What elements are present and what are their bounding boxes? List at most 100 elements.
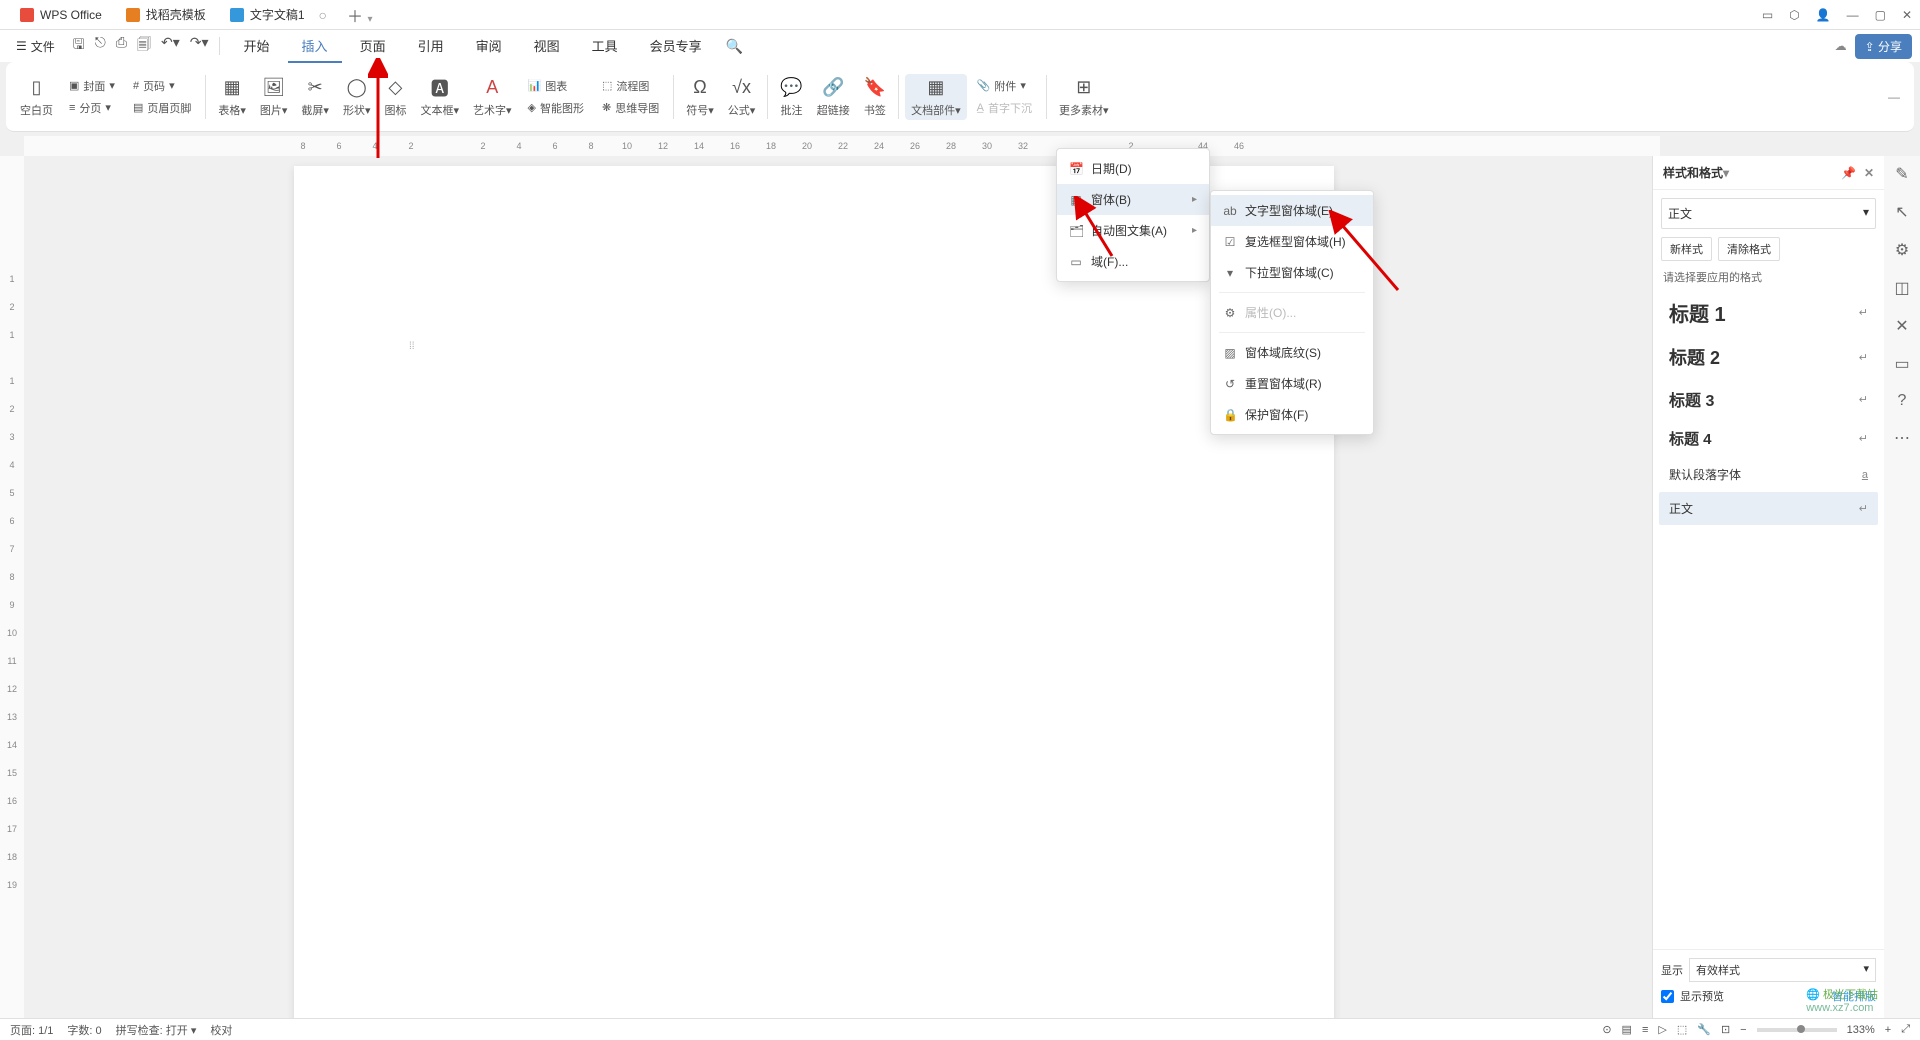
close-window-icon[interactable]: ✕ [1902, 8, 1912, 22]
view-read-icon[interactable]: ▷ [1658, 1023, 1666, 1036]
style-heading2[interactable]: 标题 2↵ [1659, 336, 1878, 378]
rb-symbol[interactable]: Ω符号▾ [680, 74, 720, 120]
clear-format-button[interactable]: 清除格式 [1718, 237, 1780, 261]
help-icon[interactable]: ? [1898, 392, 1907, 410]
pin-icon[interactable]: 📌 [1841, 166, 1856, 180]
rb-comment[interactable]: 💬批注 [774, 74, 808, 120]
rb-headerfooter[interactable]: ▤页眉页脚 [129, 98, 195, 118]
search-icon[interactable]: 🔍 [726, 38, 743, 55]
tab-review[interactable]: 审阅 [462, 30, 516, 63]
tools-icon[interactable]: ✕ [1895, 316, 1908, 336]
menu-check-form[interactable]: ☑复选框型窗体域(H) [1211, 226, 1373, 257]
status-spell[interactable]: 拼写检查: 打开 ▾ [116, 1022, 197, 1038]
rb-blank-page[interactable]: ▯空白页 [14, 74, 59, 120]
close-panel-icon[interactable]: ✕ [1864, 166, 1874, 180]
tab-page[interactable]: 页面 [346, 30, 400, 63]
show-select[interactable]: 有效样式▾ [1689, 958, 1876, 982]
maximize-icon[interactable]: ▢ [1875, 8, 1886, 22]
tab-view[interactable]: 视图 [520, 30, 574, 63]
rb-dropcap[interactable]: A̲首字下沉 [973, 98, 1036, 118]
rb-docparts[interactable]: ▦文档部件▾ [905, 74, 967, 120]
view-page-icon[interactable]: ▤ [1622, 1023, 1632, 1036]
status-words[interactable]: 字数: 0 [67, 1022, 101, 1038]
more-icon[interactable]: ⋯ [1894, 428, 1910, 448]
rb-pagebreak[interactable]: ≡分页▾ [65, 98, 119, 118]
rb-textbox[interactable]: 🅰文本框▾ [414, 74, 465, 120]
menu-field[interactable]: ▭域(F)... [1057, 246, 1209, 277]
collapse-ribbon-icon[interactable]: — [1888, 90, 1906, 104]
style-heading3[interactable]: 标题 3↵ [1659, 379, 1878, 419]
panel-icon[interactable]: ▭ [1762, 8, 1773, 22]
menu-autotext[interactable]: 🗂自动图文集(A)▸ [1057, 215, 1209, 246]
menu-date[interactable]: 📅日期(D) [1057, 153, 1209, 184]
cursor-icon[interactable]: ↖ [1895, 202, 1908, 222]
menu-shading[interactable]: ▨窗体域底纹(S) [1211, 337, 1373, 368]
zoom-out-icon[interactable]: − [1740, 1024, 1746, 1036]
document-page[interactable]: ⁞⁞ [294, 166, 1334, 1018]
minimize-icon[interactable]: — [1847, 8, 1859, 22]
expand-icon[interactable]: ⤢ [1901, 1023, 1910, 1036]
book-icon[interactable]: ▭ [1894, 354, 1909, 374]
ruler-horizontal[interactable]: 8642246810121416182022242628303224446 [24, 136, 1660, 156]
tab-template[interactable]: 找稻壳模板 [114, 1, 218, 29]
user-icon[interactable]: 👤 [1816, 8, 1831, 22]
zoom-fit-icon[interactable]: ⊡ [1721, 1023, 1730, 1036]
zoom-in-icon[interactable]: + [1885, 1024, 1891, 1036]
rb-mindmap[interactable]: ❋思维导图 [598, 98, 663, 118]
save-icon[interactable]: 🖫 [73, 34, 85, 58]
print-icon[interactable]: ⎙ [116, 34, 127, 58]
new-style-button[interactable]: 新样式 [1661, 237, 1712, 261]
rb-screenshot[interactable]: ✂截屏▾ [295, 74, 335, 120]
tab-app[interactable]: WPS Office [8, 1, 114, 29]
rb-pagenum[interactable]: #页码▾ [129, 76, 195, 96]
rb-wordart[interactable]: A艺术字▾ [467, 74, 518, 120]
export-icon[interactable]: ⎋ [95, 34, 106, 58]
tab-tools[interactable]: 工具 [578, 30, 632, 63]
tab-reference[interactable]: 引用 [404, 30, 458, 63]
rb-bookmark[interactable]: 🔖书签 [858, 74, 892, 120]
add-tab-button[interactable]: ＋ ▾ [339, 3, 381, 27]
pencil-icon[interactable]: ✎ [1895, 164, 1908, 184]
view-outline-icon[interactable]: ≡ [1642, 1024, 1648, 1036]
zoom-slider[interactable] [1757, 1028, 1837, 1032]
share-button[interactable]: ⇪ 分享 [1855, 34, 1912, 59]
rb-chart[interactable]: 📊图表 [524, 76, 588, 96]
rb-flowchart[interactable]: ⬚流程图 [598, 76, 663, 96]
cube-icon[interactable]: ⬡ [1789, 8, 1799, 22]
cloud-icon[interactable]: ☁ [1835, 39, 1847, 53]
ruler-vertical[interactable]: 12112345678910111213141516171819 [0, 156, 24, 1018]
status-proof[interactable]: 校对 [210, 1022, 232, 1038]
rb-more[interactable]: ⊞更多素材▾ [1053, 74, 1115, 120]
menu-form[interactable]: ▦窗体(B)▸ [1057, 184, 1209, 215]
settings-icon[interactable]: ⚙ [1895, 240, 1909, 260]
tab-insert[interactable]: 插入 [288, 30, 342, 63]
style-heading4[interactable]: 标题 4↵ [1659, 420, 1878, 457]
tab-member[interactable]: 会员专享 [636, 30, 716, 63]
view-focus-icon[interactable]: ⊙ [1602, 1023, 1611, 1036]
zoom-value[interactable]: 133% [1847, 1024, 1875, 1036]
rb-smartart[interactable]: ◈智能图形 [524, 98, 588, 118]
view-tools-icon[interactable]: 🔧 [1697, 1023, 1711, 1036]
style-heading1[interactable]: 标题 1↵ [1659, 290, 1878, 335]
menu-reset[interactable]: ↺重置窗体域(R) [1211, 368, 1373, 399]
preview-icon[interactable]: 🗐 [137, 34, 151, 58]
menu-protect[interactable]: 🔒保护窗体(F) [1211, 399, 1373, 430]
menu-drop-form[interactable]: ▾下拉型窗体域(C) [1211, 257, 1373, 288]
view-web-icon[interactable]: ⬚ [1677, 1023, 1687, 1036]
style-default-font[interactable]: 默认段落字体a [1659, 458, 1878, 491]
rb-picture[interactable]: 🖼图片▾ [254, 74, 294, 120]
document-canvas[interactable]: ⁞⁞ [24, 156, 1652, 1018]
tab-document[interactable]: 文字文稿1 ○ [218, 1, 339, 29]
style-body[interactable]: 正文↵ [1659, 492, 1878, 525]
current-style-select[interactable]: 正文 ▾ [1661, 198, 1876, 229]
rb-cover[interactable]: ▣封面▾ [65, 76, 119, 96]
preview-checkbox[interactable] [1661, 990, 1674, 1003]
rb-formula[interactable]: √x公式▾ [722, 74, 762, 120]
status-page[interactable]: 页面: 1/1 [10, 1022, 53, 1038]
file-menu[interactable]: ☰ 文件 [8, 38, 63, 55]
tab-start[interactable]: 开始 [230, 30, 284, 63]
close-icon[interactable]: ○ [319, 7, 327, 23]
rb-hyperlink[interactable]: 🔗超链接 [811, 74, 856, 120]
rb-table[interactable]: ▦表格▾ [212, 74, 252, 120]
rb-shape[interactable]: ◯形状▾ [337, 74, 377, 120]
